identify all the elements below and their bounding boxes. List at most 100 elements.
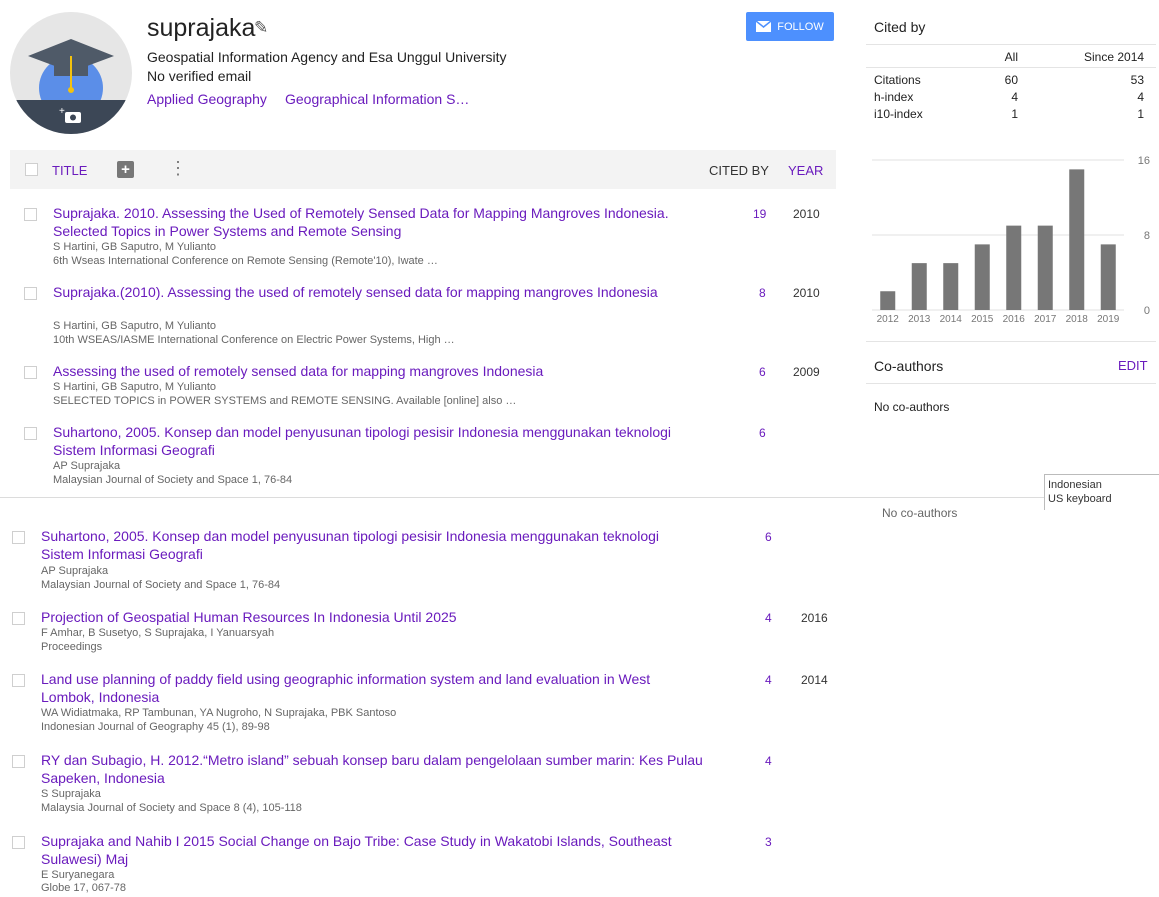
sort-by-cited[interactable]: CITED BY (709, 163, 769, 178)
citation-bar[interactable] (911, 263, 927, 310)
article-authors: S Hartini, GB Saputro, M Yulianto (53, 320, 217, 332)
article-title[interactable]: Suprajaka. 2010. Assessing the Used of R… (53, 204, 673, 240)
y-tick-label: 8 (1144, 230, 1150, 242)
citation-bar[interactable] (943, 263, 959, 310)
article-title[interactable]: Suprajaka and Nahib I 2015 Social Change… (41, 832, 701, 868)
coauthors-heading: Co-authors (874, 358, 944, 374)
coauthors-empty: No co-authors (874, 400, 950, 414)
article-checkbox[interactable] (24, 287, 37, 300)
x-tick-label: 2015 (971, 314, 994, 325)
x-tick-label: 2017 (1034, 314, 1057, 325)
article-row: Land use planning of paddy field using g… (12, 670, 832, 736)
edit-pencil-icon[interactable]: ✎ (254, 18, 268, 38)
select-all-checkbox[interactable] (25, 163, 38, 176)
y-tick-label: 0 (1144, 305, 1150, 317)
article-row: Suhartono, 2005. Konsep dan model penyus… (12, 527, 832, 591)
stat-label: h-index (874, 90, 914, 104)
article-title[interactable]: Suhartono, 2005. Konsep dan model penyus… (53, 423, 693, 459)
articles-table-header: TITLE + ⋮ CITED BY YEAR (10, 150, 836, 189)
article-title[interactable]: RY dan Subagio, H. 2012.“Metro island” s… (41, 751, 721, 787)
article-title[interactable]: Assessing the used of remotely sensed da… (53, 362, 693, 380)
col-all-header: All (1004, 50, 1018, 64)
cited-count[interactable]: 4 (765, 673, 772, 687)
article-title[interactable]: Suprajaka.(2010). Assessing the used of … (53, 283, 673, 301)
article-title[interactable]: Land use planning of paddy field using g… (41, 670, 701, 706)
add-article-icon[interactable]: + (117, 161, 134, 178)
follow-button[interactable]: FOLLOW (746, 12, 834, 41)
add-photo-icon: + (59, 106, 81, 123)
divider (866, 44, 1156, 45)
cited-count[interactable]: 4 (765, 754, 772, 768)
y-tick-label: 16 (1138, 155, 1150, 167)
cited-count[interactable]: 6 (765, 530, 772, 544)
change-photo-bar[interactable]: + (10, 100, 132, 134)
cited-count[interactable]: 19 (753, 207, 766, 221)
cited-count[interactable]: 6 (759, 426, 766, 440)
article-authors: WA Widiatmaka, RP Tambunan, YA Nugroho, … (41, 707, 397, 719)
profile-name: suprajaka (147, 14, 256, 42)
interest-link[interactable]: Geographical Information S… (285, 91, 469, 107)
x-tick-label: 2018 (1066, 314, 1089, 325)
keyboard-language: Indonesian (1048, 479, 1102, 491)
svg-text:+: + (59, 106, 65, 117)
stat-all: 4 (1011, 90, 1018, 104)
x-tick-label: 2013 (908, 314, 931, 325)
cited-by-heading: Cited by (874, 19, 926, 35)
keyboard-indicator[interactable]: Indonesian US keyboard (1044, 474, 1159, 510)
article-checkbox[interactable] (12, 755, 25, 768)
article-year: 2010 (793, 207, 820, 221)
stat-label: i10-index (874, 107, 923, 121)
mail-icon (756, 21, 772, 32)
stat-all: 1 (1011, 107, 1018, 121)
article-year: 2009 (793, 365, 820, 379)
stat-since: 4 (1137, 90, 1144, 104)
article-venue: Malaysia Journal of Society and Space 8 … (41, 802, 302, 814)
cited-count[interactable]: 6 (759, 365, 766, 379)
article-venue: Indonesian Journal of Geography 45 (1), … (41, 721, 270, 733)
article-row: Assessing the used of remotely sensed da… (24, 362, 834, 408)
article-title[interactable]: Projection of Geospatial Human Resources… (41, 608, 691, 626)
article-row: Projection of Geospatial Human Resources… (12, 608, 832, 656)
article-row: RY dan Subagio, H. 2012.“Metro island” s… (12, 751, 832, 817)
screenshot-divider (0, 497, 1050, 498)
article-venue: SELECTED TOPICS in POWER SYSTEMS and REM… (53, 395, 517, 407)
article-checkbox[interactable] (12, 612, 25, 625)
citation-bar[interactable] (1006, 225, 1022, 310)
article-checkbox[interactable] (12, 531, 25, 544)
divider (866, 341, 1156, 342)
x-tick-label: 2014 (940, 314, 963, 325)
coauthors-empty-duplicate: No co-authors (882, 506, 958, 520)
x-tick-label: 2016 (1003, 314, 1026, 325)
article-checkbox[interactable] (24, 366, 37, 379)
coauthors-edit-link[interactable]: EDIT (1118, 358, 1148, 373)
article-venue: 10th WSEAS/IASME International Conferenc… (53, 334, 455, 346)
cited-count[interactable]: 3 (765, 835, 772, 849)
citation-bar[interactable] (880, 291, 896, 310)
article-venue: Proceedings (41, 641, 103, 653)
x-tick-label: 2019 (1097, 314, 1120, 325)
more-options-icon[interactable]: ⋮ (169, 159, 187, 177)
citation-bar[interactable] (1037, 225, 1053, 310)
article-checkbox[interactable] (12, 674, 25, 687)
article-checkbox[interactable] (12, 836, 25, 849)
article-venue: Globe 17, 067-78 (41, 882, 127, 894)
cited-count[interactable]: 8 (759, 286, 766, 300)
cited-count[interactable]: 4 (765, 611, 772, 625)
interest-link[interactable]: Applied Geography (147, 91, 267, 107)
sort-by-title[interactable]: TITLE (52, 163, 87, 178)
citation-bar[interactable] (1100, 244, 1116, 310)
article-year: 2016 (801, 611, 828, 625)
article-year: 2014 (801, 673, 828, 687)
citation-bar[interactable] (1069, 169, 1085, 310)
stat-label: Citations (874, 73, 921, 87)
sort-by-year[interactable]: YEAR (788, 163, 823, 178)
citation-bar[interactable] (974, 244, 990, 310)
article-checkbox[interactable] (24, 208, 37, 221)
article-authors: S Hartini, GB Saputro, M Yulianto (53, 241, 217, 253)
article-venue: Malaysian Journal of Society and Space 1… (53, 474, 293, 486)
article-venue: 6th Wseas International Conference on Re… (53, 255, 438, 267)
article-title[interactable]: Suhartono, 2005. Konsep dan model penyus… (41, 527, 691, 563)
article-checkbox[interactable] (24, 427, 37, 440)
x-tick-label: 2012 (877, 314, 900, 325)
profile-avatar[interactable]: + (10, 12, 132, 134)
